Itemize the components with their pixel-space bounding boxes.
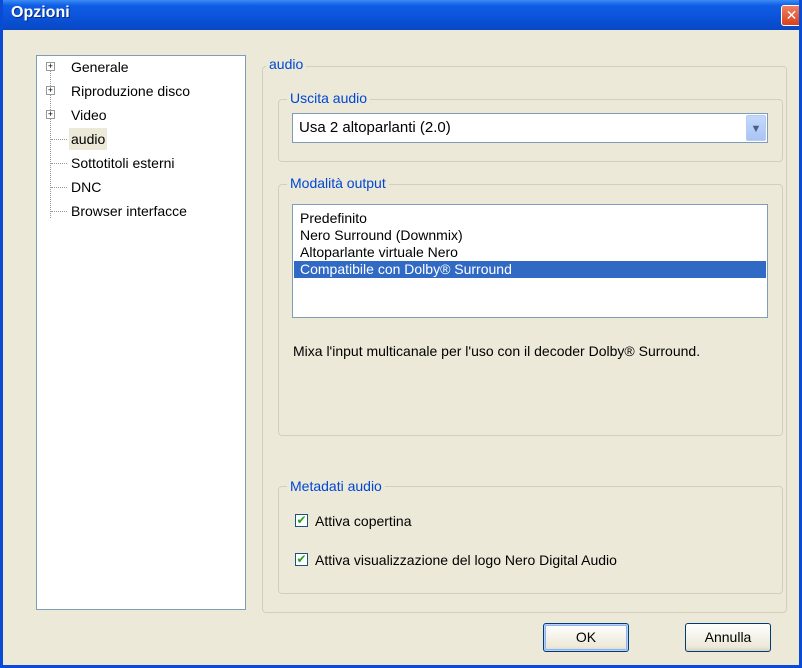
tree-item-label: Riproduzione disco bbox=[71, 83, 191, 99]
list-item[interactable]: Predefinito bbox=[294, 210, 766, 227]
tree-item-label: Generale bbox=[71, 59, 129, 75]
audio-metadata-title: Metadati audio bbox=[287, 478, 385, 494]
nero-logo-checkbox[interactable]: ✔ bbox=[295, 553, 308, 566]
tree-item-label: Sottotitoli esterni bbox=[71, 155, 175, 171]
list-item[interactable]: Nero Surround (Downmix) bbox=[294, 227, 766, 244]
options-tree[interactable]: + Generale + Riproduzione disco + Video … bbox=[36, 55, 246, 610]
audio-metadata-group bbox=[278, 486, 783, 594]
output-mode-description: Mixa l'input multicanale per l'uso con i… bbox=[293, 343, 701, 359]
title-bar[interactable]: Opzioni ✕ bbox=[3, 0, 799, 30]
tree-connector-line bbox=[51, 211, 67, 212]
tree-item-label: Browser interfacce bbox=[71, 203, 187, 219]
tree-connector-line bbox=[51, 139, 67, 140]
cancel-button[interactable]: Annulla bbox=[685, 623, 771, 652]
ok-button[interactable]: OK bbox=[543, 623, 629, 652]
close-icon: ✕ bbox=[785, 7, 798, 23]
nero-logo-label: Attiva visualizzazione del logo Nero Dig… bbox=[315, 552, 617, 568]
list-item[interactable]: Altoparlante virtuale Nero bbox=[294, 244, 766, 261]
close-button[interactable]: ✕ bbox=[781, 5, 799, 26]
list-item[interactable]: Compatibile con Dolby® Surround bbox=[294, 261, 766, 278]
tree-item-label: Video bbox=[71, 107, 107, 123]
expand-icon[interactable]: + bbox=[46, 86, 55, 95]
audio-output-title: Uscita audio bbox=[287, 90, 371, 106]
tree-item-label: DNC bbox=[71, 179, 102, 195]
cover-art-label: Attiva copertina bbox=[315, 513, 412, 529]
expand-icon[interactable]: + bbox=[46, 110, 55, 119]
options-window: Opzioni ✕ + Generale + Riproduzione disc… bbox=[0, 0, 802, 668]
audio-panel-title: audio bbox=[266, 56, 307, 72]
tree-connector-line bbox=[51, 163, 67, 164]
audio-output-value: Usa 2 altoparlanti (2.0) bbox=[299, 119, 451, 136]
window-title: Opzioni bbox=[11, 4, 70, 21]
chevron-down-icon[interactable]: ▼ bbox=[746, 115, 766, 141]
output-mode-title: Modalità output bbox=[287, 175, 389, 191]
expand-icon[interactable]: + bbox=[46, 62, 55, 71]
audio-output-select[interactable]: Usa 2 altoparlanti (2.0) ▼ bbox=[292, 113, 768, 143]
output-mode-list[interactable]: Predefinito Nero Surround (Downmix) Alto… bbox=[292, 204, 768, 318]
tree-item-label: audio bbox=[69, 128, 108, 150]
tree-connector-line bbox=[51, 187, 67, 188]
cover-art-checkbox[interactable]: ✔ bbox=[295, 514, 308, 527]
